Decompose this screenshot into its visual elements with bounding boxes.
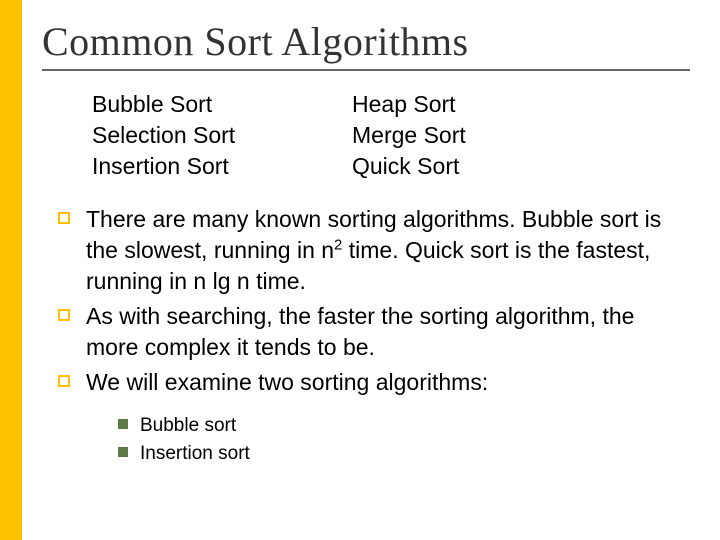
filled-square-icon bbox=[118, 419, 128, 429]
algo-item: Quick Sort bbox=[352, 151, 612, 182]
subbullet-item: Insertion sort bbox=[118, 440, 690, 468]
bullet-text: We will examine two sorting algorithms: bbox=[86, 367, 690, 398]
bullet-item: As with searching, the faster the sortin… bbox=[42, 301, 690, 363]
title-rule bbox=[42, 69, 690, 71]
algo-item: Merge Sort bbox=[352, 120, 612, 151]
slide-body: Common Sort Algorithms Bubble Sort Selec… bbox=[22, 0, 720, 540]
filled-square-icon bbox=[118, 447, 128, 457]
subbullet-item: Bubble sort bbox=[118, 412, 690, 440]
algo-item: Insertion Sort bbox=[92, 151, 352, 182]
bullet-text: There are many known sorting algorithms.… bbox=[86, 204, 690, 297]
subbullet-text: Insertion sort bbox=[140, 440, 250, 468]
bullet-item: There are many known sorting algorithms.… bbox=[42, 204, 690, 297]
column-left: Bubble Sort Selection Sort Insertion Sor… bbox=[92, 89, 352, 182]
slide-title: Common Sort Algorithms bbox=[42, 18, 690, 65]
bullet-text: As with searching, the faster the sortin… bbox=[86, 301, 690, 363]
sub-bullets: Bubble sort Insertion sort bbox=[118, 412, 690, 467]
algo-item: Bubble Sort bbox=[92, 89, 352, 120]
column-right: Heap Sort Merge Sort Quick Sort bbox=[352, 89, 612, 182]
main-bullets: There are many known sorting algorithms.… bbox=[42, 204, 690, 398]
subbullet-text: Bubble sort bbox=[140, 412, 236, 440]
accent-bar bbox=[0, 0, 22, 540]
algorithm-columns: Bubble Sort Selection Sort Insertion Sor… bbox=[92, 89, 690, 182]
square-bullet-icon bbox=[58, 309, 70, 321]
bullet-item: We will examine two sorting algorithms: bbox=[42, 367, 690, 398]
square-bullet-icon bbox=[58, 375, 70, 387]
square-bullet-icon bbox=[58, 212, 70, 224]
algo-item: Selection Sort bbox=[92, 120, 352, 151]
algo-item: Heap Sort bbox=[352, 89, 612, 120]
